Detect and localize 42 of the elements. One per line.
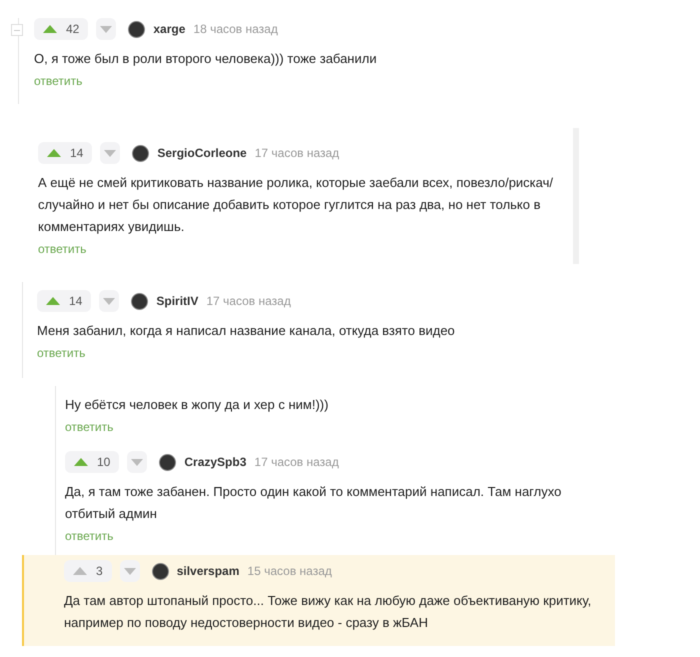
comment-time: 17 часов назад (254, 145, 340, 162)
author-name[interactable]: silverspam (176, 562, 240, 580)
upvote-button[interactable]: 10 (65, 451, 120, 473)
upvote-button[interactable]: 3 (64, 560, 112, 582)
rating-count: 14 (70, 145, 84, 162)
downvote-button[interactable] (127, 451, 148, 473)
rating-count: 3 (96, 563, 103, 580)
comment-text: Да там автор штопаный просто... Тоже вижу как на любую даже объективаную критику, например по поводу недостоверности видео - сразу в жБАН (64, 592, 592, 632)
comment-time: 15 часов назад (247, 563, 332, 580)
upvote-button[interactable]: 14 (37, 290, 92, 312)
comment-text: О, я тоже был в роли второго человека))) тоже забанили (34, 50, 378, 68)
author-name[interactable]: SergioCorleone (157, 144, 247, 162)
rating-count: 14 (69, 293, 82, 310)
rating-count: 10 (97, 454, 110, 471)
downvote-arrow-icon (124, 568, 136, 574)
upvote-button[interactable]: 14 (38, 142, 92, 164)
downvote-arrow-icon (100, 26, 112, 32)
downvote-arrow-icon (131, 458, 144, 466)
author-name[interactable]: CrazySpb3 (184, 453, 246, 471)
downvote-arrow-icon (103, 298, 116, 304)
downvote-button[interactable] (96, 18, 116, 40)
avatar[interactable] (152, 562, 169, 580)
upvote-button[interactable]: 42 (34, 18, 88, 40)
author-name[interactable]: SpiritIV (156, 292, 198, 310)
collapse-toggle[interactable] (11, 24, 23, 36)
comment-text: Ну ебётся человек в жопу да и хер с ним!))) (65, 396, 330, 414)
downvote-button[interactable] (99, 290, 120, 312)
comment-text: Меня забанил, когда я написал название канала, откуда взято видео (37, 322, 456, 340)
avatar[interactable] (131, 292, 148, 310)
comment-time: 17 часов назад (206, 293, 291, 310)
avatar[interactable] (128, 20, 146, 38)
avatar[interactable] (132, 144, 150, 162)
comment-text: Да, я там тоже забанен. Просто один какой то комментарий написал. Там наглухо отбитый админ (65, 483, 562, 523)
comment-text: А ещё не смей критиковать название ролика, которые заебали всех, повезло/рискач/ случайно и нет бы описание добавить которое гуглится на раз два, но нет только в комментариях увидишь. (38, 174, 554, 236)
rating-count: 42 (66, 21, 80, 38)
comment-time: 17 часов назад (254, 454, 339, 471)
downvote-button[interactable] (100, 142, 120, 164)
downvote-arrow-icon (104, 150, 116, 156)
author-name[interactable]: xarge (153, 20, 186, 38)
downvote-button[interactable] (120, 560, 140, 582)
avatar[interactable] (159, 454, 176, 470)
comment-time: 18 часов назад (193, 21, 278, 38)
